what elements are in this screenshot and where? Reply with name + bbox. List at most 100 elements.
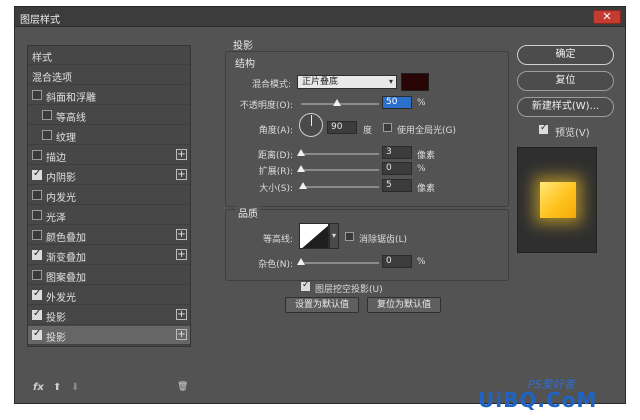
antialias-label: 消除锯齿(L) [359,235,408,245]
style-checkbox[interactable] [32,288,42,300]
reset-button[interactable]: 复位 [517,71,614,91]
style-list-item[interactable]: 描边 + [28,146,190,165]
style-checkbox[interactable] [32,150,42,160]
preview-checkbox[interactable] [539,123,548,134]
size-slider[interactable] [301,186,379,188]
distance-input[interactable]: 3 [382,146,412,159]
size-slider-handle[interactable] [299,182,307,189]
distance-slider-handle[interactable] [297,149,305,156]
style-checkbox[interactable] [42,130,52,140]
style-list-item[interactable]: 颜色叠加 + [28,226,190,245]
style-list-item[interactable]: 图案叠加 [28,266,190,285]
dialog-title: 图层样式 [20,15,60,26]
make-default-button[interactable]: 设置为默认值 [285,297,359,313]
style-list-item[interactable]: 投影 + [28,326,190,345]
style-list-item[interactable]: 内发光 [28,186,190,205]
antialias-checkbox[interactable] [345,232,354,241]
style-label: 纹理 [56,133,76,144]
add-effect-icon[interactable]: + [176,169,187,180]
opacity-unit: % [417,98,426,108]
noise-input[interactable]: 0 [382,255,412,268]
blend-mode-select[interactable]: 正片叠底 ▾ [297,75,397,89]
trash-icon[interactable]: 🗑 [177,382,188,392]
style-checkbox[interactable] [32,190,42,200]
style-list-item[interactable]: 外发光 [28,286,190,305]
style-list-item[interactable]: 渐变叠加 + [28,246,190,265]
shadow-color-swatch[interactable] [401,73,429,91]
add-effect-icon[interactable]: + [176,229,187,240]
chevron-down-icon: ▾ [388,77,393,86]
opacity-input[interactable]: 50 [382,96,412,109]
spread-slider[interactable] [301,169,379,171]
move-down-icon[interactable]: ⬇ [71,382,79,393]
size-unit: 像素 [417,184,436,194]
spread-label: 扩展(R): [258,167,293,177]
style-label: 投影 [46,333,66,344]
distance-slider[interactable] [301,153,379,155]
size-input[interactable]: 5 [382,179,412,192]
style-label: 光泽 [46,213,66,224]
reset-default-button[interactable]: 复位为默认值 [367,297,441,313]
style-checkbox[interactable] [32,168,42,180]
styles-list: 样式混合选项斜面和浮雕等高线纹理描边 + 内阴影 + 内发光光泽颜色叠加 + 渐变叠加 + 图案… [27,45,191,347]
move-up-icon[interactable]: ⬆ [53,382,61,393]
angle-label: 角度(A): [258,126,293,136]
style-list-item[interactable]: 混合选项 [28,66,190,85]
add-effect-icon[interactable]: + [176,249,187,260]
angle-dial[interactable] [299,113,323,137]
style-list-item[interactable]: 纹理 [28,126,190,145]
noise-slider-handle[interactable] [297,258,305,265]
style-checkbox[interactable] [32,230,42,240]
style-list-item[interactable]: 内阴影 + [28,166,190,185]
global-light-checkbox[interactable] [383,123,392,132]
style-label: 样式 [32,53,52,64]
opacity-slider-handle[interactable] [333,99,341,106]
ok-button[interactable]: 确定 [517,45,614,65]
knockout-label: 图层挖空投影(U) [315,285,383,295]
style-checkbox[interactable] [32,270,42,280]
add-effect-icon[interactable]: + [176,149,187,160]
fx-button[interactable]: fx [33,382,44,393]
new-style-button[interactable]: 新建样式(W)... [517,97,614,117]
knockout-checkbox[interactable] [301,280,310,291]
style-label: 混合选项 [32,73,72,84]
add-effect-icon[interactable]: + [176,329,187,340]
style-checkbox[interactable] [32,210,42,220]
distance-unit: 像素 [417,151,436,161]
style-label: 投影 [46,313,66,324]
style-checkbox[interactable] [32,248,42,260]
spread-slider-handle[interactable] [297,165,305,172]
spread-unit: % [417,164,426,174]
angle-input[interactable]: 90 [327,121,357,134]
quality-group [225,209,509,281]
style-label: 颜色叠加 [46,233,86,244]
layer-style-dialog: 图层样式 ✕ 样式混合选项斜面和浮雕等高线纹理描边 + 内阴影 + 内发光光泽颜色叠加 +… [14,6,626,404]
add-effect-icon[interactable]: + [176,309,187,320]
style-list-item[interactable]: 样式 [28,46,190,65]
style-checkbox[interactable] [32,328,42,340]
title-bar[interactable]: 图层样式 ✕ [15,7,625,27]
style-list-item[interactable]: 等高线 [28,106,190,125]
style-checkbox[interactable] [42,110,52,120]
preview-shape [540,182,576,218]
spread-input[interactable]: 0 [382,162,412,175]
style-list-item[interactable]: 投影 + [28,306,190,325]
style-label: 图案叠加 [46,273,86,284]
noise-slider[interactable] [301,262,379,264]
angle-unit: 度 [363,126,373,136]
style-list-item[interactable]: 斜面和浮雕 [28,86,190,105]
preview-label: 预览(V) [555,128,590,139]
blend-mode-value: 正片叠底 [302,77,339,87]
contour-picker[interactable] [299,223,329,249]
close-button[interactable]: ✕ [593,10,621,24]
style-list-item[interactable]: 光泽 [28,206,190,225]
style-checkbox[interactable] [32,308,42,320]
opacity-label: 不透明度(O): [239,101,293,111]
style-label: 描边 [46,153,66,164]
preview-thumbnail [517,147,597,253]
style-label: 外发光 [46,293,76,304]
panel-heading: 投影 [233,41,253,52]
contour-dropdown[interactable]: ▾ [329,223,339,249]
style-checkbox[interactable] [32,90,42,100]
quality-heading: 品质 [235,205,261,220]
